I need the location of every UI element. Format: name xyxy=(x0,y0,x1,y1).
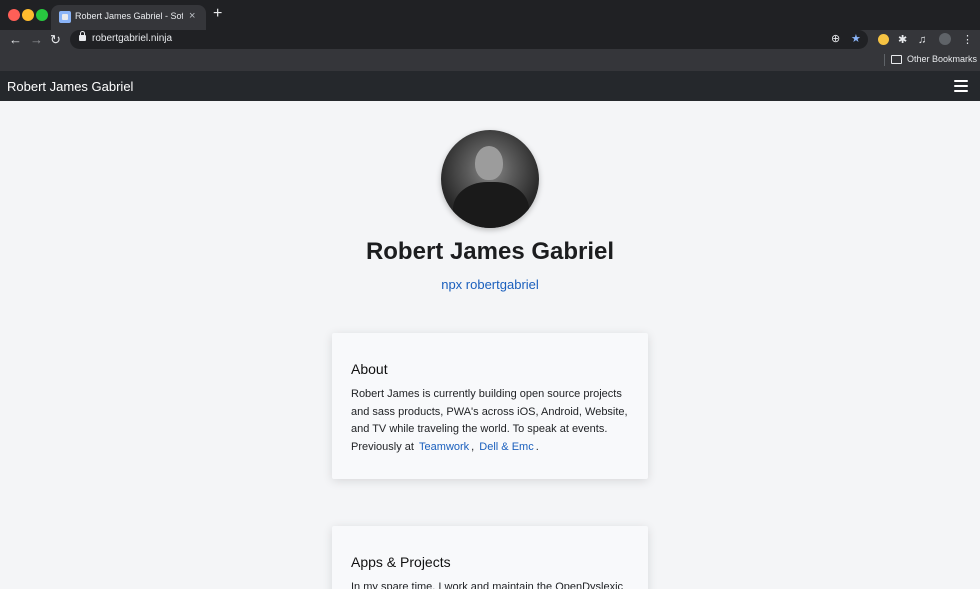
profile-name: Robert James Gabriel xyxy=(365,238,615,265)
other-bookmarks-link[interactable]: Other Bookmarks xyxy=(907,54,977,64)
browser-menu-icon[interactable]: ⋮ xyxy=(962,33,973,47)
apps-heading: Apps & Projects xyxy=(351,554,451,570)
tab-title: Robert James Gabriel - Software xyxy=(75,11,183,21)
new-tab-button[interactable]: + xyxy=(213,6,222,22)
apps-text: In my spare time, I work and maintain th… xyxy=(351,581,624,589)
bookmarks-bar: Other Bookmarks xyxy=(0,50,980,71)
url-text: robertgabriel.ninja xyxy=(92,33,173,44)
about-text: Robert James is currently building open … xyxy=(351,388,628,453)
minimize-window-button[interactable] xyxy=(22,9,34,21)
site-navbar: Robert James Gabriel xyxy=(0,71,980,101)
close-window-button[interactable] xyxy=(8,9,20,21)
site-brand[interactable]: Robert James Gabriel xyxy=(7,79,133,94)
favicon-icon xyxy=(59,11,71,23)
hamburger-menu-icon[interactable] xyxy=(954,80,968,92)
extensions-puzzle-icon[interactable]: ✱ xyxy=(898,33,907,47)
media-controls-icon[interactable]: ♫ xyxy=(918,33,926,47)
apps-projects-card: Apps & Projects In my spare time, I work… xyxy=(332,526,648,589)
extension-emoji-icon[interactable] xyxy=(878,34,889,45)
browser-toolbar: ← → ↻ robertgabriel.ninja ⊕ ★ ✱ ♫ ⋮ xyxy=(0,30,980,50)
browser-tab[interactable]: Robert James Gabriel - Software × xyxy=(51,5,206,30)
back-arrow-icon[interactable]: ← xyxy=(9,32,22,48)
folder-icon xyxy=(891,55,902,64)
address-bar[interactable]: robertgabriel.ninja ⊕ ★ xyxy=(70,30,868,49)
profile-photo xyxy=(441,130,539,228)
teamwork-link[interactable]: Teamwork xyxy=(419,441,469,453)
npx-command-link[interactable]: npx robertgabriel xyxy=(0,277,980,292)
lock-icon xyxy=(79,31,86,41)
reload-icon[interactable]: ↻ xyxy=(50,32,61,48)
bookmarks-separator xyxy=(884,54,885,66)
about-heading: About xyxy=(351,361,388,377)
forward-arrow-icon[interactable]: → xyxy=(30,32,43,48)
browser-tabstrip: Robert James Gabriel - Software × + xyxy=(0,0,980,30)
dell-emc-link[interactable]: Dell & Emc xyxy=(479,441,533,453)
about-card: About Robert James is currently building… xyxy=(332,333,648,479)
zoom-window-button[interactable] xyxy=(36,9,48,21)
install-app-icon[interactable]: ⊕ xyxy=(831,32,840,46)
tab-close-icon[interactable]: × xyxy=(189,9,195,23)
profile-avatar-icon[interactable] xyxy=(939,33,951,45)
bookmark-star-icon[interactable]: ★ xyxy=(851,32,861,46)
